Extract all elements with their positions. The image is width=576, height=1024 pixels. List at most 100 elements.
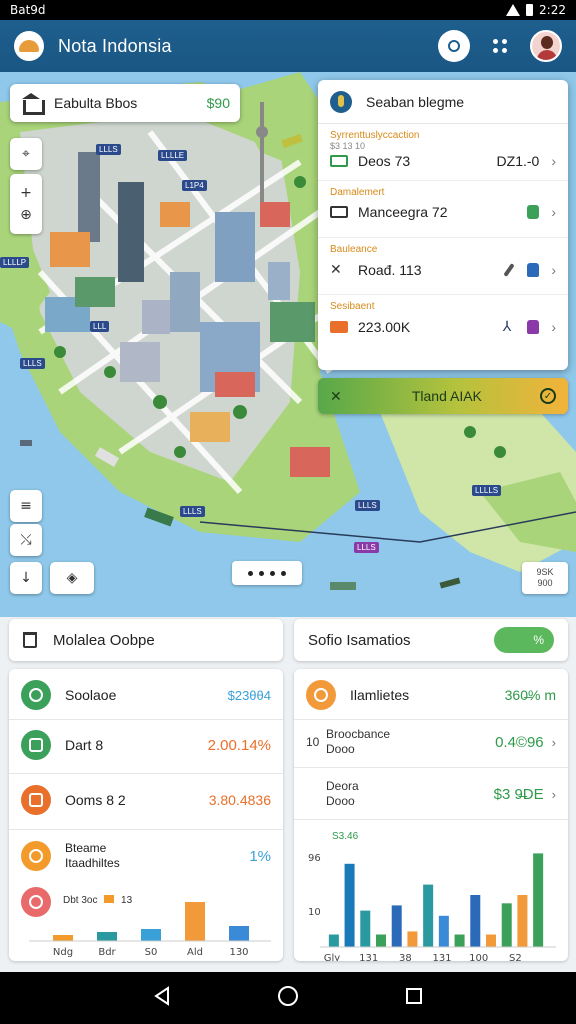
calendar-icon (330, 206, 348, 218)
stat-row[interactable]: Ooms 8 2 3.80.4836 (9, 776, 283, 824)
divider (9, 773, 283, 774)
stat-subname: Itaadhiltes (65, 856, 120, 870)
system-nav-bar (0, 972, 576, 1024)
map-label[interactable]: LLLS (355, 500, 380, 511)
chevron-right-icon: › (551, 786, 556, 802)
compass-button[interactable]: ◈ (50, 562, 94, 594)
divider (294, 719, 568, 720)
row-sublabel: Dooo (326, 794, 355, 808)
panel-header[interactable]: Seaban blegme (318, 80, 568, 124)
map-pin-icon (330, 90, 352, 113)
close-icon[interactable]: ✕ (330, 388, 342, 405)
y-tick-label: 10 (308, 907, 321, 918)
right-bar-chart: 96 10 Gly 131 38 131 100 S2 (308, 853, 556, 961)
map-label[interactable]: LLLLS (472, 485, 502, 496)
recents-button[interactable] (405, 987, 423, 1010)
person-icon (527, 205, 540, 219)
leaf-icon (21, 680, 51, 710)
stat-row[interactable]: Ilamlietes 360̶% m (294, 671, 568, 719)
status-icons: 2:22 (506, 3, 566, 17)
zoom-control[interactable]: + ⊕ (10, 174, 42, 234)
right-section-header: Sofio Isamatios % (294, 619, 568, 661)
document-icon (21, 730, 51, 760)
person-icon (527, 319, 540, 334)
person-icon (527, 262, 540, 277)
divider (9, 829, 283, 830)
x-tick-label: Gly (324, 953, 341, 961)
bar (486, 934, 496, 947)
row-sublabel: Dooo (326, 742, 355, 756)
profile-avatar[interactable] (530, 30, 562, 62)
detail-row[interactable]: 10 Broocbance Dooo 0.4©96 › (294, 727, 568, 757)
row-name: Roađ. 113 (358, 261, 422, 278)
stat-name: Ilamlietes (350, 687, 410, 703)
zoom-out-icon[interactable]: ⊕ (20, 207, 32, 223)
home-button[interactable] (277, 985, 299, 1012)
place-search-chip[interactable]: Eabulta Bbos $90 (10, 84, 240, 122)
row-category: Sesibaent (330, 301, 375, 312)
chevron-right-icon: › (551, 318, 556, 335)
bar (391, 905, 402, 947)
clock: 2:22 (539, 3, 566, 17)
panel-row[interactable]: Syrrenttuslyccaction $3 13 10 Deos 73 DZ… (318, 124, 568, 181)
map-label[interactable]: LLLS (180, 506, 205, 517)
recenter-button[interactable]: ⌖ (10, 138, 42, 170)
chevron-right-icon: › (551, 734, 556, 750)
dashboard: Molalea Oobpe Sofio Isamatios % Soolaoe … (0, 617, 576, 972)
left-section-header[interactable]: Molalea Oobpe (9, 619, 283, 661)
row-subtitle: $3 13 10 (330, 141, 366, 151)
chevron-right-icon: › (551, 261, 556, 278)
apps-menu-button[interactable] (484, 30, 516, 62)
bar (328, 934, 339, 947)
back-button[interactable] (153, 985, 171, 1011)
grid-icon (21, 785, 51, 815)
map-label[interactable]: LLLLE (158, 150, 188, 161)
row-label-group: Deora Dooo (326, 779, 359, 809)
bar (423, 884, 434, 947)
clock-icon (306, 680, 336, 710)
panel-row[interactable]: Damalemert Manceegra 72 › (318, 181, 568, 238)
zoom-level-bottom: 900 (537, 578, 553, 588)
map-label[interactable]: LLLLP (0, 257, 30, 268)
navigate-button[interactable]: ↓ (10, 562, 42, 594)
percent-toggle[interactable]: % (494, 627, 554, 653)
bar (501, 903, 512, 947)
trash-icon[interactable] (23, 632, 37, 648)
place-info-panel: Seaban blegme Syrrenttuslyccaction $3 13… (318, 80, 568, 370)
map-label[interactable]: LLLS (96, 144, 121, 155)
left-section-title: Molalea Oobpe (53, 631, 155, 649)
map-label[interactable]: LLL (90, 321, 110, 332)
stat-value: 360̶% m (504, 687, 556, 703)
detail-row[interactable]: Deora Dooo $3 9̶DE › (294, 779, 568, 809)
stat-name: Bteame (65, 841, 107, 855)
row-label-group: Broocbance Dooo (326, 727, 390, 757)
walk-icon: ⅄ (502, 318, 512, 334)
stat-row[interactable]: Bteame Itaadhiltes 1% (9, 832, 283, 880)
bar (517, 895, 528, 947)
route-button[interactable]: ⤯ (10, 524, 42, 556)
map-scale-control[interactable] (232, 561, 302, 585)
location-button[interactable] (438, 30, 470, 62)
target-icon (448, 40, 460, 52)
bar (185, 902, 205, 941)
signal-icon (506, 4, 521, 16)
panel-row[interactable]: Bauleance ✕ Roađ. 113 › (318, 238, 568, 295)
row-name: 223.00K (358, 318, 411, 335)
cart-icon (21, 841, 51, 871)
panel-row[interactable]: Sesibaent 223.00K ⅄ › (318, 295, 568, 352)
scissors-icon: ✕ (330, 261, 342, 277)
map-label[interactable]: LLLS (20, 358, 45, 369)
zoom-in-icon[interactable]: + (20, 185, 32, 201)
map-label[interactable]: L1P4 (182, 180, 207, 191)
row-name: Manceegra 72 (358, 204, 448, 220)
stat-label-group: Bteame Itaadhiltes (65, 841, 120, 871)
map-label[interactable]: LLLS (354, 542, 379, 553)
row-label: Broocbance (326, 727, 391, 741)
primary-action-button[interactable]: ✕ Tland AIAK ✓ (318, 378, 568, 414)
stat-name: Ooms 8 2 (65, 792, 126, 808)
stat-row[interactable]: Soolaoe $23θθ4 (9, 671, 283, 719)
stat-row[interactable]: Dart 8 2.00.14% (9, 721, 283, 769)
layers-button[interactable]: ≡ (10, 490, 42, 522)
stat-value: $23θθ4 (227, 687, 271, 703)
grid-dots-icon (493, 39, 507, 53)
